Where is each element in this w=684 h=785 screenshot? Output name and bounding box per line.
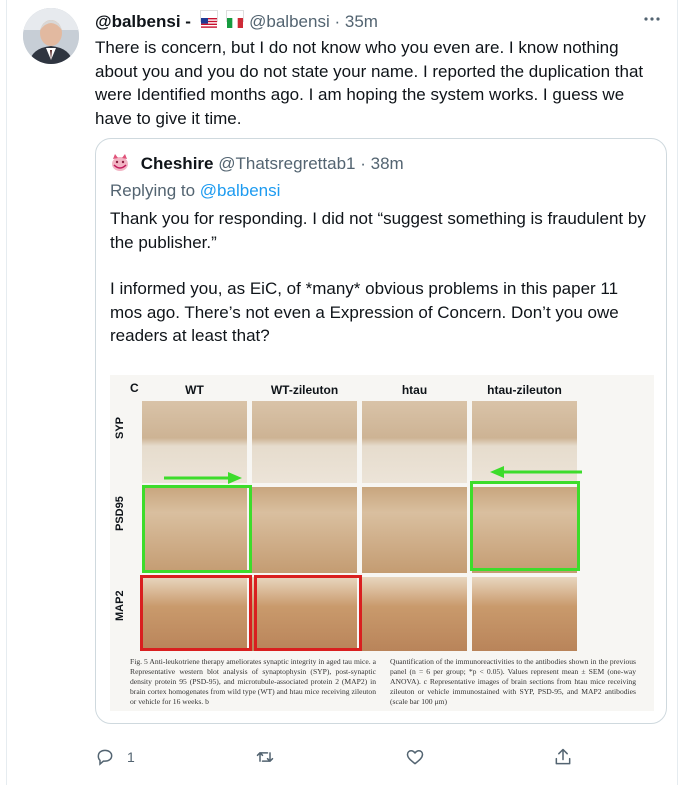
- red-highlight-box-wt-map2: [140, 575, 252, 651]
- column-label-wt-zileuton: WT-zileuton: [270, 383, 339, 397]
- reply-count: 1: [127, 749, 135, 765]
- column-label-wt: WT: [185, 383, 204, 397]
- italy-flag-icon: [226, 10, 245, 28]
- tweet-header: @balbensi - @balbensi · 35m: [95, 10, 661, 34]
- micrograph-syp-htau: [362, 401, 467, 483]
- micrograph-syp-wt-zileuton: [252, 401, 357, 483]
- red-highlight-box-wt-zileuton-map2: [254, 575, 362, 651]
- micrograph-map2-htau: [362, 577, 467, 651]
- micrograph-psd95-wt-zileuton: [252, 487, 357, 573]
- micrograph-map2-htau-zileuton: [472, 577, 577, 651]
- green-arrow-left: [490, 466, 582, 478]
- us-flag-icon: [199, 10, 218, 28]
- display-name[interactable]: @balbensi -: [95, 12, 191, 31]
- replying-to-label: Replying to: [110, 181, 196, 200]
- column-label-htau: htau: [401, 383, 428, 397]
- separator-dot: ·: [360, 154, 366, 173]
- tweet-actions: 1: [95, 742, 575, 776]
- green-arrow-right: [164, 472, 242, 484]
- figure-caption-left: Fig. 5 Anti-leukotriene therapy ameliora…: [130, 657, 376, 706]
- like-icon: [406, 750, 424, 765]
- share-icon: [555, 748, 571, 765]
- quote-handle[interactable]: @Thatsregrettab1: [218, 154, 355, 173]
- avatar[interactable]: [23, 8, 79, 64]
- figure-panel-letter: C: [130, 381, 139, 395]
- reply-icon: [97, 749, 113, 766]
- retweet-icon: [256, 752, 274, 762]
- avatar-image: [23, 8, 79, 64]
- like-button[interactable]: [405, 742, 435, 772]
- replying-to-link[interactable]: @balbensi: [200, 181, 281, 200]
- attached-figure-image[interactable]: C WT WT-zileuton htau htau-zileuton SYP …: [110, 375, 654, 711]
- quote-timestamp[interactable]: 38m: [371, 154, 404, 173]
- quote-text: Thank you for responding. I did not “sug…: [110, 207, 654, 371]
- tweet-card: @balbensi - @balbensi · 35m There is con…: [6, 0, 678, 785]
- separator-dot: ·: [334, 12, 341, 31]
- retweet-button[interactable]: [255, 742, 285, 772]
- quote-header: Cheshire @Thatsregrettab1 · 38m: [110, 153, 404, 175]
- green-highlight-box-wt-psd95: [142, 485, 252, 573]
- tweet-text: There is concern, but I do not know who …: [95, 38, 644, 128]
- timestamp[interactable]: 35m: [345, 12, 378, 31]
- figure-caption-right: Quantification of the immunoreactivities…: [390, 657, 636, 706]
- quote-paragraph-2: I informed you, as EiC, of *many* obviou…: [110, 279, 619, 345]
- more-icon[interactable]: [643, 10, 661, 34]
- row-label-syp: SYP: [114, 416, 126, 439]
- column-label-htau-zileuton: htau-zileuton: [487, 383, 562, 397]
- row-label-map2: MAP2: [114, 590, 126, 621]
- row-label-psd95: PSD95: [114, 496, 126, 531]
- green-highlight-box-htau-zileuton-psd95: [470, 481, 580, 571]
- handle[interactable]: @balbensi: [249, 12, 330, 31]
- quote-paragraph-1: Thank you for responding. I did not “sug…: [110, 209, 646, 252]
- micrograph-psd95-htau: [362, 487, 467, 573]
- cheshire-cat-icon: [110, 153, 130, 173]
- share-button[interactable]: [553, 742, 573, 772]
- quoted-tweet[interactable]: Cheshire @Thatsregrettab1 · 38m Replying…: [95, 138, 667, 724]
- replying-to: Replying to @balbensi: [110, 181, 280, 201]
- reply-button[interactable]: 1: [95, 742, 135, 772]
- quote-display-name[interactable]: Cheshire: [141, 154, 214, 173]
